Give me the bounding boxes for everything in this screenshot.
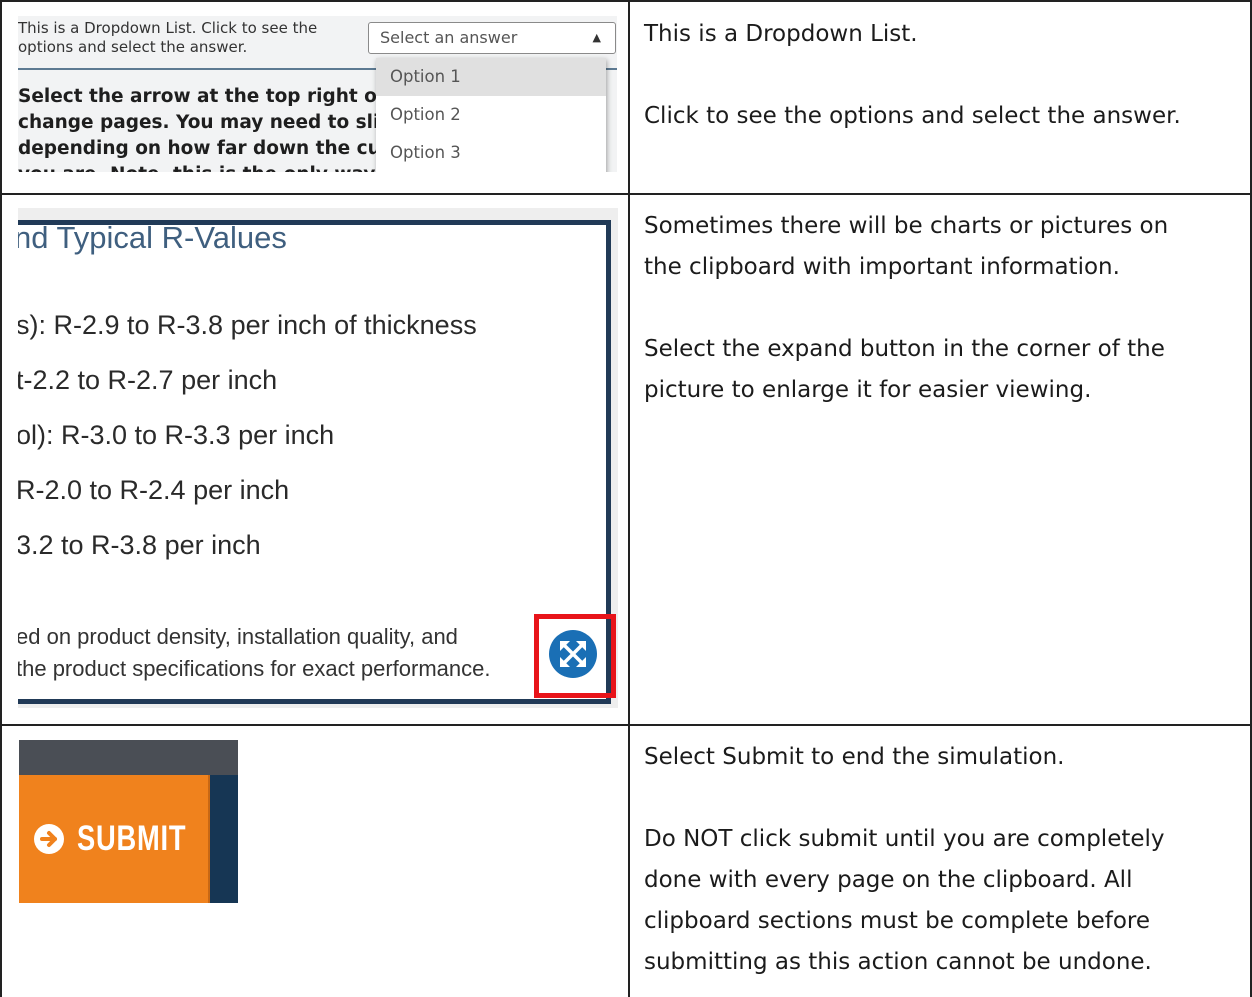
picture-footer-line: ed on product density, installation qual… xyxy=(18,624,458,649)
table-divider-row-2 xyxy=(0,724,1252,726)
picture-line: s): R-2.9 to R-3.8 per inch of thickness xyxy=(18,310,477,340)
submit-example-screenshot: SUBMIT xyxy=(19,740,238,903)
description-line: Select the expand button in the corner o… xyxy=(644,336,1165,362)
picture-line: t-2.2 to R-2.7 per inch xyxy=(18,365,278,395)
select-placeholder: Select an answer xyxy=(380,28,518,47)
description-line: the clipboard with important information… xyxy=(644,254,1120,280)
description-line: Click to see the options and select the … xyxy=(644,103,1181,129)
description-line: This is a Dropdown List. xyxy=(644,21,918,47)
picture-line: R-2.0 to R-2.4 per inch xyxy=(18,475,290,505)
table-border-left xyxy=(0,0,2,997)
arrow-right-icon xyxy=(34,824,64,854)
answer-select[interactable]: Select an answer ▲ xyxy=(368,22,616,54)
dropdown-option-2[interactable]: Option 2 xyxy=(376,96,606,134)
dropdown-description: This is a Dropdown List. Click to see th… xyxy=(644,14,1244,137)
description-line: done with every page on the clipboard. A… xyxy=(644,867,1133,893)
caret-up-icon: ▲ xyxy=(592,31,601,44)
table-divider-column xyxy=(628,0,630,997)
clipboard-body-text: Select the arrow at the top right of cha… xyxy=(18,84,391,172)
clipboard-picture-screenshot: nd Typical R-Values s): R-2.9 to R-3.8 p… xyxy=(18,208,618,708)
toolbar-strip xyxy=(19,740,238,775)
submit-label: SUBMIT xyxy=(77,819,187,858)
dropdown-instruction: This is a Dropdown List. Click to see th… xyxy=(18,19,317,57)
description-line: Do NOT click submit until you are comple… xyxy=(644,826,1165,852)
dropdown-option-3[interactable]: Option 3 xyxy=(376,134,606,172)
picture-heading: nd Typical R-Values xyxy=(18,220,287,255)
picture-description: Sometimes there will be charts or pictur… xyxy=(644,206,1244,411)
picture-line: 3.2 to R-3.8 per inch xyxy=(18,530,261,560)
expand-button[interactable] xyxy=(549,630,597,678)
description-line: clipboard sections must be complete befo… xyxy=(644,908,1150,934)
picture-line: ol): R-3.0 to R-3.3 per inch xyxy=(18,420,335,450)
description-line: Select Submit to end the simulation. xyxy=(644,744,1065,770)
expand-arrows-icon xyxy=(560,641,586,667)
submit-description: Select Submit to end the simulation. Do … xyxy=(644,737,1244,983)
body-line: change pages. You may need to sli xyxy=(18,112,380,133)
description-line: picture to enlarge it for easier viewing… xyxy=(644,377,1092,403)
table-divider-row-1 xyxy=(0,193,1252,195)
instruction-line: This is a Dropdown List. Click to see th… xyxy=(18,19,318,37)
body-line: you are. Note, this is the only way t xyxy=(18,162,391,172)
table-border-top xyxy=(0,0,1252,2)
dropdown-option-1[interactable]: Option 1 xyxy=(376,58,606,96)
instruction-table: This is a Dropdown List. Click to see th… xyxy=(0,0,1252,997)
description-line: Sometimes there will be charts or pictur… xyxy=(644,213,1169,239)
picture-footer-line: the product specifications for exact per… xyxy=(18,656,491,681)
instruction-line: options and select the answer. xyxy=(18,38,248,56)
submit-button[interactable]: SUBMIT xyxy=(19,775,210,903)
dropdown-options-list: Option 1 Option 2 Option 3 xyxy=(376,58,606,172)
body-line: depending on how far down the cu xyxy=(18,138,381,159)
body-line: Select the arrow at the top right of xyxy=(18,86,385,107)
dropdown-example-screenshot: This is a Dropdown List. Click to see th… xyxy=(18,16,617,172)
description-line: submitting as this action cannot be undo… xyxy=(644,949,1152,975)
